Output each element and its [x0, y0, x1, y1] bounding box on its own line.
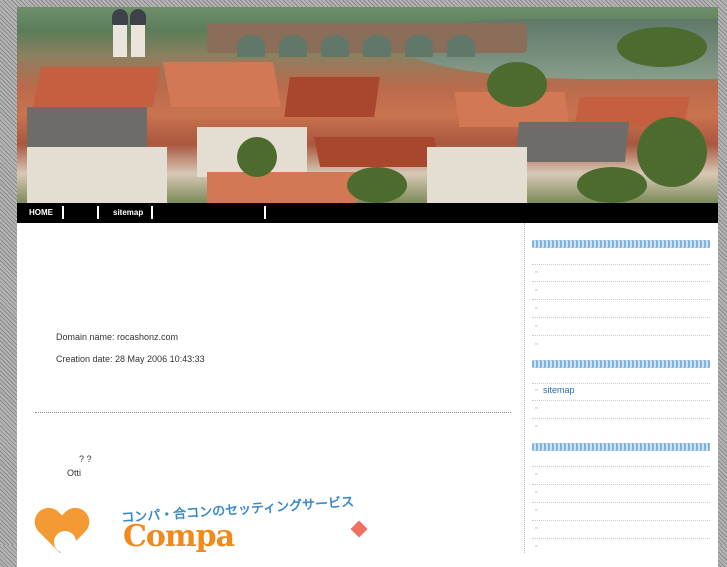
gate-tower — [113, 21, 127, 57]
tree — [487, 62, 547, 107]
compa-otti-banner[interactable]: コンパ・合コンのセッティングサービス Compa — [35, 494, 368, 559]
rooftop — [514, 122, 630, 162]
bridge-arch — [237, 35, 265, 57]
sidebar-divider — [532, 317, 710, 318]
bridge-arch — [321, 35, 349, 57]
bullet-icon: ▫ — [535, 387, 538, 394]
bullet-icon: ▫ — [535, 543, 538, 550]
header-photo — [17, 7, 718, 203]
tower-dome — [112, 9, 128, 25]
creation-date-text: Creation date: 28 May 2006 10:43:33 — [56, 354, 205, 364]
sidebar-divider — [532, 281, 710, 282]
tree — [637, 117, 707, 187]
bullet-icon: ▫ — [535, 489, 538, 496]
bridge-arch — [405, 35, 433, 57]
sidebar-divider — [532, 383, 710, 384]
bridge-arch — [447, 35, 475, 57]
tree — [237, 137, 277, 177]
bullet-icon: ▫ — [535, 471, 538, 478]
rooftop — [27, 107, 147, 147]
domain-name-text: Domain name: rocashonz.com — [56, 332, 179, 342]
bullet-icon: ▫ — [535, 507, 538, 514]
small-heart-icon — [350, 520, 368, 538]
nav-bar: HOME sitemap — [17, 203, 718, 223]
building-facade — [27, 147, 167, 203]
rooftop — [313, 137, 441, 167]
bullet-icon: ▫ — [535, 269, 538, 276]
rooftop — [32, 67, 162, 107]
nav-home-link[interactable]: HOME — [29, 203, 53, 223]
gate-tower — [131, 21, 145, 57]
tree — [577, 167, 647, 203]
bullet-icon: ▫ — [535, 423, 538, 430]
sidebar-section-header — [532, 240, 710, 248]
nav-separator — [264, 206, 266, 219]
bullet-icon: ▫ — [535, 405, 538, 412]
sidebar-section-header — [532, 360, 710, 368]
nav-separator — [97, 206, 99, 219]
sidebar-divider — [532, 418, 710, 419]
main-content: Domain name: rocashonz.com Creation date… — [17, 223, 523, 554]
banner-logo-text: Compa — [123, 519, 235, 554]
nav-sitemap-link[interactable]: sitemap — [113, 203, 143, 223]
sidebar-divider — [532, 538, 710, 539]
heart-logo-icon — [36, 509, 88, 557]
sidebar-divider — [532, 335, 710, 336]
nav-separator — [151, 206, 153, 219]
bullet-icon: ▫ — [535, 323, 538, 330]
rooftop — [284, 77, 380, 117]
sidebar-divider — [532, 502, 710, 503]
tree — [347, 167, 407, 203]
tower-dome — [130, 9, 146, 25]
tree — [617, 27, 707, 67]
bridge-arch — [363, 35, 391, 57]
building-facade — [427, 147, 527, 203]
sidebar-sitemap-link[interactable]: sitemap — [543, 385, 575, 395]
sidebar-divider — [532, 400, 710, 401]
bullet-icon: ▫ — [535, 341, 538, 348]
bullet-icon: ▫ — [535, 525, 538, 532]
sidebar-divider — [532, 264, 710, 265]
sidebar: ▫ ▫ ▫ ▫ ▫ ▫ sitemap ▫ ▫ ▫ ▫ ▫ ▫ ▫ — [524, 223, 718, 553]
nav-separator — [62, 206, 64, 219]
sidebar-divider — [532, 484, 710, 485]
unknown-characters-text: ? ? — [79, 454, 92, 464]
sidebar-divider — [532, 299, 710, 300]
rooftop — [207, 172, 357, 203]
sidebar-divider — [532, 466, 710, 467]
sidebar-section-header — [532, 443, 710, 451]
bullet-icon: ▫ — [535, 287, 538, 294]
bullet-icon: ▫ — [535, 305, 538, 312]
bridge-arch — [279, 35, 307, 57]
sidebar-divider — [532, 520, 710, 521]
face-icon — [54, 531, 76, 553]
page-container: HOME sitemap Domain name: rocashonz.com … — [17, 7, 718, 567]
otti-text: Otti — [67, 468, 82, 478]
rooftop — [163, 62, 281, 107]
dotted-divider — [35, 412, 511, 413]
sidebar-border — [524, 223, 525, 553]
